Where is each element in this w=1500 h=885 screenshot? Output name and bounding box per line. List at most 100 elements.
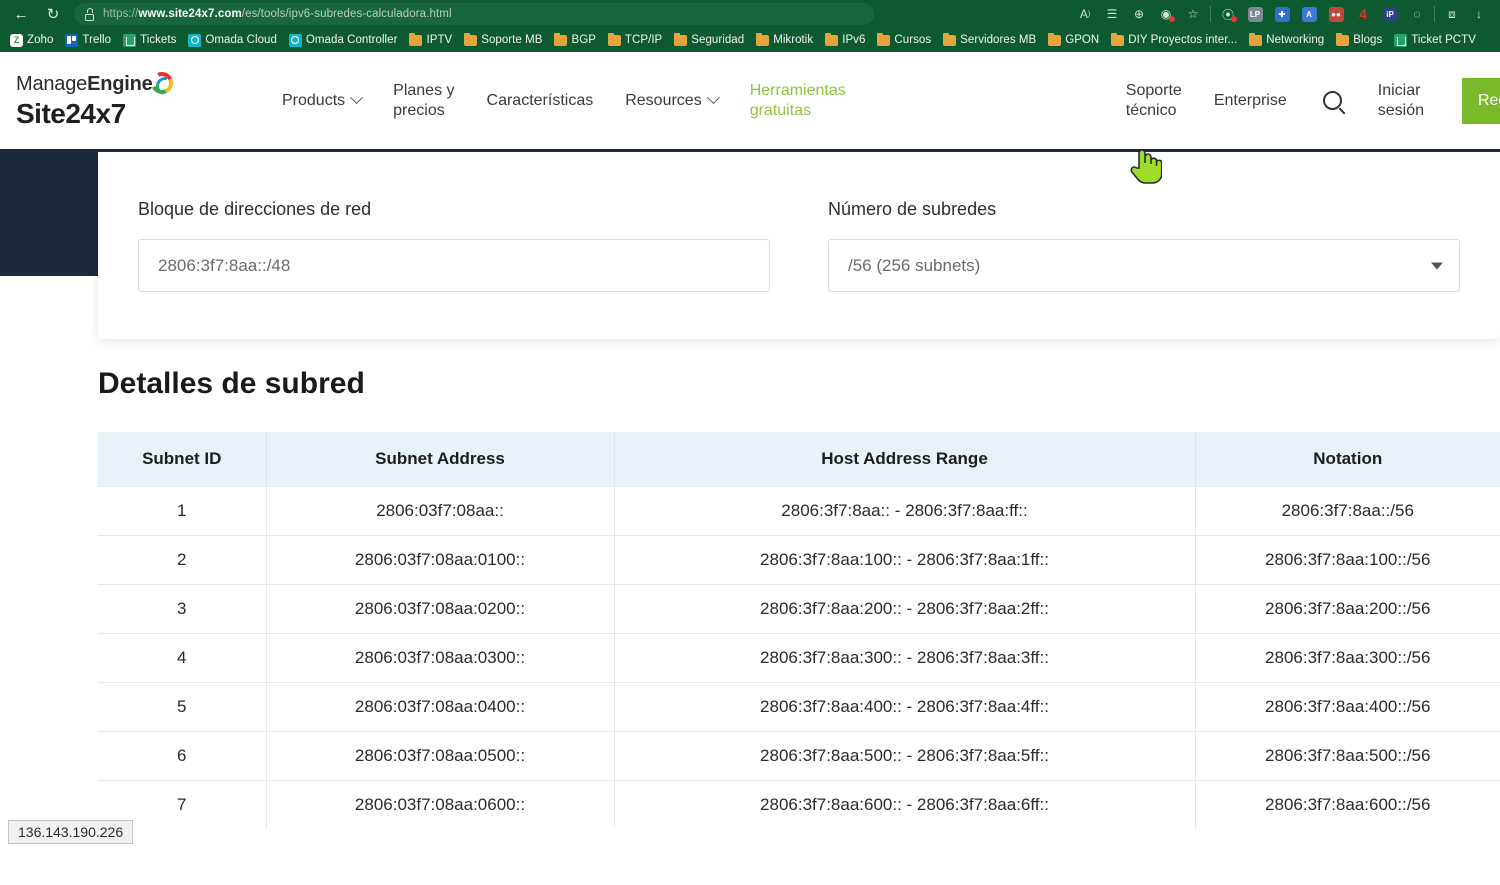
network-block-label: Bloque de direcciones de red — [138, 199, 770, 220]
cell-notation: 2806:3f7:8aa:600::/56 — [1195, 781, 1500, 830]
nav-label: Products — [282, 91, 345, 111]
read-aloud-icon[interactable]: A) — [1072, 2, 1098, 26]
signup-button[interactable]: Registrarse — [1462, 78, 1500, 124]
cell-subnet-id: 1 — [98, 487, 266, 536]
nav-item-iniciar-sesion[interactable]: Iniciar sesión — [1362, 81, 1440, 120]
cell-host-range: 2806:3f7:8aa:400:: - 2806:3f7:8aa:4ff:: — [614, 683, 1195, 732]
nav-item-resources[interactable]: Resources — [609, 91, 733, 111]
folder-icon — [409, 35, 422, 46]
nav-item-caracteristicas[interactable]: Características — [471, 91, 610, 111]
bookmark-item[interactable]: Soporte MB — [458, 32, 548, 48]
bookmark-label: Tickets — [140, 34, 176, 46]
bookmark-item[interactable]: Seguridad — [668, 32, 750, 48]
nav-item-soporte-tecnico[interactable]: Soporte técnico — [1110, 81, 1198, 120]
cell-host-range: 2806:3f7:8aa:200:: - 2806:3f7:8aa:2ff:: — [614, 585, 1195, 634]
cell-host-range: 2806:3f7:8aa:500:: - 2806:3f7:8aa:5ff:: — [614, 732, 1195, 781]
subnet-count-field: Número de subredes /56 (256 subnets) — [828, 199, 1460, 292]
url-path: /es/tools/ipv6-subredes-calculadora.html — [242, 8, 452, 20]
bookmark-item[interactable]: Blogs — [1330, 32, 1388, 48]
bookmark-item[interactable]: GPON — [1042, 32, 1105, 48]
bookmark-item[interactable]: Servidores MB — [937, 32, 1042, 48]
bookmark-label: IPv6 — [842, 34, 865, 46]
chevron-down-icon — [350, 91, 363, 104]
site-logo[interactable]: ManageEngine Site24x7 — [16, 72, 266, 130]
downloads-icon[interactable]: ↓ — [1466, 2, 1492, 26]
bookmark-label: Omada Cloud — [205, 34, 277, 46]
reload-icon[interactable]: ↻ — [38, 2, 68, 26]
bookmark-item[interactable]: Trello — [59, 32, 117, 49]
lastpass-icon[interactable]: LP — [1242, 2, 1268, 26]
toolbar-icon-group: A) ☰ ⊕ ◉ ☆ ⦿ LP ✚ A ●● 4 iP ◌ ⧈ ↓ — [1072, 2, 1494, 26]
bookmark-item[interactable]: Tickets — [117, 32, 182, 49]
bookmark-label: Cursos — [894, 34, 931, 46]
bookmark-label: BGP — [571, 34, 595, 46]
search-icon[interactable] — [1323, 91, 1342, 110]
zoom-icon[interactable]: ⊕ — [1126, 2, 1152, 26]
nav-label: Iniciar sesión — [1378, 81, 1424, 120]
bookmark-item[interactable]: Omada Cloud — [182, 32, 283, 49]
bookmarks-bar: ZZoho Trello Tickets Omada Cloud Omada C… — [0, 28, 1500, 52]
chevron-down-icon — [707, 91, 720, 104]
trello-icon — [65, 34, 78, 47]
nav-label: Características — [487, 91, 594, 111]
url-scheme: https:// — [103, 8, 138, 20]
four-extension-icon[interactable]: 4 — [1350, 2, 1376, 26]
column-header-notation: Notation — [1195, 432, 1500, 487]
subnet-details-table: Subnet ID Subnet Address Host Address Ra… — [98, 432, 1500, 829]
column-header-subnet-id: Subnet ID — [98, 432, 266, 487]
cell-notation: 2806:3f7:8aa:300::/56 — [1195, 634, 1500, 683]
cookie-extension-icon[interactable]: ◌ — [1404, 2, 1430, 26]
bookmark-item[interactable]: ZZoho — [4, 32, 59, 49]
nav-item-herramientas-gratuitas[interactable]: Herramientas gratuitas — [734, 81, 862, 120]
tickets-icon — [1394, 34, 1407, 47]
browser-chrome: ← ↻ https://www.site24x7.com/es/tools/ip… — [0, 0, 1500, 52]
bookmark-item[interactable]: Omada Controller — [283, 32, 404, 49]
folder-icon — [1048, 35, 1061, 46]
favorite-icon[interactable]: ☆ — [1180, 2, 1206, 26]
folder-icon — [464, 35, 477, 46]
bookmark-item[interactable]: Networking — [1243, 32, 1330, 48]
folder-icon — [943, 35, 956, 46]
folder-icon — [756, 35, 769, 46]
folder-icon — [1336, 35, 1349, 46]
bookmark-item[interactable]: DIY Proyectos inter... — [1105, 32, 1243, 48]
logo-site24x7-text: Site24x7 — [16, 98, 266, 130]
bookmark-item[interactable]: Cursos — [871, 32, 937, 48]
folder-icon — [1249, 35, 1262, 46]
reading-view-icon[interactable]: ☰ — [1099, 2, 1125, 26]
bookmark-label: Omada Controller — [306, 34, 398, 46]
bookmark-item[interactable]: IPTV — [403, 32, 458, 48]
bluetooth-extension-icon[interactable]: ✚ — [1269, 2, 1295, 26]
network-block-field: Bloque de direcciones de red 2806:3f7:8a… — [138, 199, 770, 292]
chevron-down-icon — [1431, 262, 1443, 269]
bookmark-item[interactable]: Mikrotik — [750, 32, 819, 48]
ip-tools-icon[interactable]: iP — [1377, 2, 1403, 26]
lock-icon — [84, 8, 95, 21]
address-bar[interactable]: https://www.site24x7.com/es/tools/ipv6-s… — [74, 3, 874, 25]
bookmark-item[interactable]: IPv6 — [819, 32, 871, 48]
nav-item-enterprise[interactable]: Enterprise — [1198, 91, 1303, 111]
bookmark-item[interactable]: Ticket PCTV — [1388, 32, 1482, 49]
translate-icon[interactable]: A — [1296, 2, 1322, 26]
bookmark-label: Soporte MB — [481, 34, 542, 46]
nav-label: Resources — [625, 91, 701, 111]
page-content: Bloque de direcciones de red 2806:3f7:8a… — [0, 152, 1500, 849]
split-screen-icon[interactable]: ⧈ — [1439, 2, 1465, 26]
nav-label: Planes y precios — [393, 81, 454, 120]
nav-item-planes-y-precios[interactable]: Planes y precios — [377, 81, 470, 120]
omada-controller-icon — [289, 34, 302, 47]
bookmark-item[interactable]: TCP/IP — [602, 32, 668, 48]
network-block-input[interactable]: 2806:3f7:8aa::/48 — [138, 239, 770, 292]
subnet-count-select[interactable]: /56 (256 subnets) — [828, 239, 1460, 292]
cell-notation: 2806:3f7:8aa:400::/56 — [1195, 683, 1500, 732]
logo-engine-text: Engine — [87, 73, 152, 95]
back-arrow-icon[interactable]: ← — [6, 2, 36, 26]
screen-recorder-icon[interactable]: ●● — [1323, 2, 1349, 26]
folder-icon — [1111, 35, 1124, 46]
bookmark-item[interactable]: BGP — [548, 32, 601, 48]
cell-subnet-address: 2806:03f7:08aa:0500:: — [266, 732, 614, 781]
collections-icon[interactable]: ◉ — [1153, 2, 1179, 26]
nav-item-products[interactable]: Products — [266, 91, 377, 111]
header-right-actions: Soporte técnico Enterprise Iniciar sesió… — [1110, 78, 1500, 124]
shield-warning-icon[interactable]: ⦿ — [1215, 2, 1241, 26]
